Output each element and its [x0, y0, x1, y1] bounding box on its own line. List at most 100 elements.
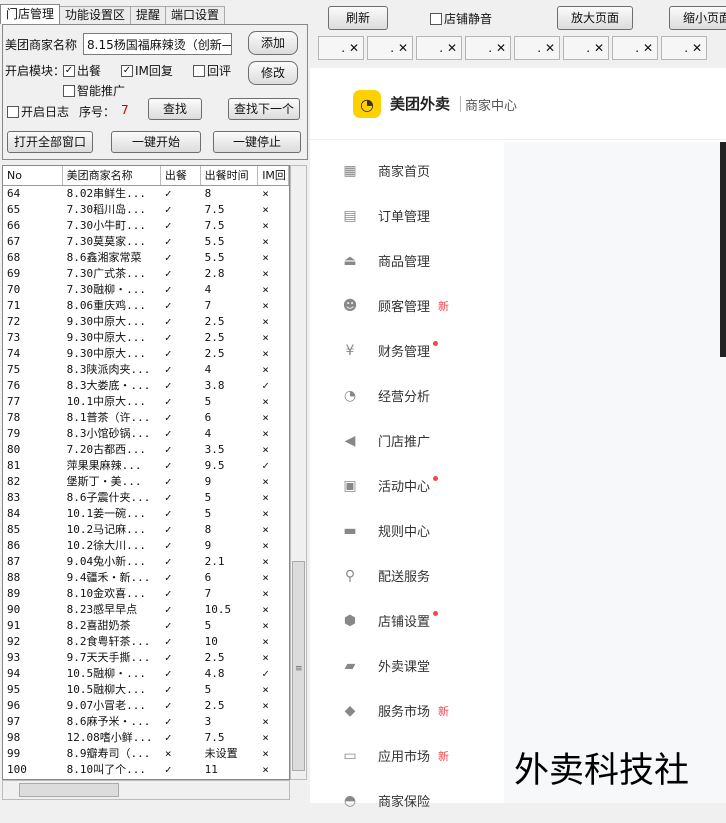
close-icon[interactable]: ✕ — [541, 41, 555, 55]
checkbox-smart-promotion[interactable]: 智能推广 — [63, 82, 125, 99]
horizontal-scrollbar[interactable] — [2, 780, 290, 800]
menu-item[interactable]: ⏏ 商品管理 — [310, 238, 504, 283]
table-row[interactable]: 76 8.3大娄底・... ✓ 3.8 ✓ — [3, 378, 289, 394]
menu-item-label: 应用市场 — [378, 750, 431, 765]
browser-tab[interactable]: . ✕ — [612, 36, 658, 60]
table-row[interactable]: 94 10.5融柳・... ✓ 4.8 ✓ — [3, 666, 289, 682]
col-im[interactable]: IM回 — [258, 166, 289, 185]
table-row[interactable]: 72 9.30中原大... ✓ 2.5 × — [3, 314, 289, 330]
menu-item[interactable]: ▰ 外卖课堂 — [310, 643, 504, 688]
table-row[interactable]: 99 8.9瓣寿司（... × 未设置 × — [3, 746, 289, 762]
store-name-input[interactable]: 8.15杨国福麻辣烫（创新— — [83, 33, 232, 55]
menu-item[interactable]: ¥ 财务管理 — [310, 328, 504, 373]
table-row[interactable]: 81 萍果果麻辣... ✓ 9.5 ✓ — [3, 458, 289, 474]
tab-port-settings[interactable]: 端口设置 — [165, 6, 226, 24]
table-row[interactable]: 86 10.2徐大川... ✓ 9 × — [3, 538, 289, 554]
table-row[interactable]: 69 7.30广式茶... ✓ 2.8 × — [3, 266, 289, 282]
open-all-windows-button[interactable]: 打开全部窗口 — [7, 131, 93, 153]
table-row[interactable]: 64 8.02串鲜生... ✓ 8 × — [3, 186, 289, 202]
check-icon: ✓ — [121, 64, 133, 77]
menu-item[interactable]: ▤ 订单管理 — [310, 193, 504, 238]
close-icon[interactable]: ✕ — [443, 41, 457, 55]
table-row[interactable]: 75 8.3陕派肉夹... ✓ 4 × — [3, 362, 289, 378]
browser-tab[interactable]: . ✕ — [661, 36, 707, 60]
table-row[interactable]: 66 7.30小牛町... ✓ 7.5 × — [3, 218, 289, 234]
menu-item[interactable]: ◓ 商家保险 — [310, 778, 504, 823]
find-button[interactable]: 查找 — [148, 98, 202, 120]
modify-button[interactable]: 修改 — [248, 61, 298, 85]
col-store-name[interactable]: 美团商家名称 — [63, 166, 161, 185]
table-row[interactable]: 70 7.30融柳・... ✓ 4 × — [3, 282, 289, 298]
table-row[interactable]: 83 8.6子震什夹... ✓ 5 × — [3, 490, 289, 506]
table-row[interactable]: 90 8.23感早早点 ✓ 10.5 × — [3, 602, 289, 618]
checkbox-enable-log[interactable]: 开启日志 — [7, 103, 69, 120]
table-row[interactable]: 68 8.6鑫湘家常菜 ✓ 5.5 × — [3, 250, 289, 266]
table-row[interactable]: 73 9.30中原大... ✓ 2.5 × — [3, 330, 289, 346]
table-row[interactable]: 92 8.2食粤轩茶... ✓ 10 × — [3, 634, 289, 650]
checkbox-store-mute[interactable]: 店铺静音 — [430, 10, 492, 27]
close-icon[interactable]: ✕ — [345, 41, 359, 55]
browser-tab[interactable]: . ✕ — [416, 36, 462, 60]
table-row[interactable]: 89 8.10金欢喜... ✓ 7 × — [3, 586, 289, 602]
add-button[interactable]: 添加 — [248, 31, 298, 55]
find-next-button[interactable]: 查找下一个 — [228, 98, 300, 120]
browser-tab[interactable]: . ✕ — [318, 36, 364, 60]
table-row[interactable]: 67 7.30莫莫家... ✓ 5.5 × — [3, 234, 289, 250]
tab-store-management[interactable]: 门店管理 — [0, 4, 61, 24]
table-row[interactable]: 88 9.4疆禾・新... ✓ 6 × — [3, 570, 289, 586]
table-row[interactable]: 96 9.07小冒老... ✓ 2.5 × — [3, 698, 289, 714]
tab-reminders[interactable]: 提醒 — [130, 6, 167, 24]
menu-item[interactable]: ☻ 顾客管理新 — [310, 283, 504, 328]
scroll-thumb[interactable] — [19, 783, 119, 797]
store-table[interactable]: No 美团商家名称 出餐 出餐时间 IM回 64 8.02串鲜生... ✓ 8 × 65 7… — [2, 165, 290, 780]
checkbox-serve-meal[interactable]: ✓ 出餐 — [63, 62, 101, 79]
menu-item[interactable]: ◆ 服务市场新 — [310, 688, 504, 733]
tab-function-settings[interactable]: 功能设置区 — [59, 6, 132, 24]
table-row[interactable]: 82 堡斯丁・美... ✓ 9 × — [3, 474, 289, 490]
table-row[interactable]: 77 10.1中原大... ✓ 5 × — [3, 394, 289, 410]
browser-tab[interactable]: . ✕ — [514, 36, 560, 60]
browser-tab[interactable]: . ✕ — [563, 36, 609, 60]
table-row[interactable]: 84 10.1姜一碗... ✓ 5 × — [3, 506, 289, 522]
close-icon[interactable]: ✕ — [590, 41, 604, 55]
table-row[interactable]: 79 8.3小馆砂锅... ✓ 4 × — [3, 426, 289, 442]
table-row[interactable]: 100 8.10叫了个... ✓ 11 × — [3, 762, 289, 778]
refresh-button[interactable]: 刷新 — [328, 6, 388, 30]
close-icon[interactable]: ✕ — [394, 41, 408, 55]
close-icon[interactable]: ✕ — [688, 41, 702, 55]
checkbox-im-reply[interactable]: ✓ IM回复 — [121, 62, 173, 79]
table-row[interactable]: 80 7.20古都西... ✓ 3.5 × — [3, 442, 289, 458]
col-serve[interactable]: 出餐 — [161, 166, 201, 185]
table-row[interactable]: 71 8.06重庆鸡... ✓ 7 × — [3, 298, 289, 314]
vertical-scrollbar[interactable]: ≡ — [290, 165, 307, 780]
close-icon[interactable]: ✕ — [492, 41, 506, 55]
table-row[interactable]: 87 9.04兔小新... ✓ 2.1 × — [3, 554, 289, 570]
table-row[interactable]: 98 12.08嗜小鲜... ✓ 7.5 × — [3, 730, 289, 746]
table-row[interactable]: 93 9.7天天手撕... ✓ 2.5 × — [3, 650, 289, 666]
table-row[interactable]: 95 10.5融柳大... ✓ 5 × — [3, 682, 289, 698]
table-row[interactable]: 78 8.1普茶（许... ✓ 6 × — [3, 410, 289, 426]
menu-item[interactable]: ▣ 活动中心 — [310, 463, 504, 508]
browser-tab[interactable]: . ✕ — [465, 36, 511, 60]
zoom-in-button[interactable]: 放大页面 — [557, 6, 633, 30]
checkbox-review-reply[interactable]: 回评 — [193, 62, 231, 79]
menu-item[interactable]: ◔ 经营分析 — [310, 373, 504, 418]
table-row[interactable]: 97 8.6麻予米・... ✓ 3 × — [3, 714, 289, 730]
menu-item[interactable]: ⬢ 店铺设置 — [310, 598, 504, 643]
table-row[interactable]: 65 7.30稻川岛... ✓ 7.5 × — [3, 202, 289, 218]
start-all-button[interactable]: 一键开始 — [111, 131, 201, 153]
table-row[interactable]: 91 8.2喜甜奶茶 ✓ 5 × — [3, 618, 289, 634]
col-no[interactable]: No — [3, 166, 63, 185]
table-row[interactable]: 74 9.30中原大... ✓ 2.5 × — [3, 346, 289, 362]
zoom-out-button[interactable]: 缩小页面 — [669, 6, 726, 30]
close-icon[interactable]: ✕ — [639, 41, 653, 55]
browser-tab[interactable]: . ✕ — [367, 36, 413, 60]
stop-all-button[interactable]: 一键停止 — [213, 131, 301, 153]
col-serve-time[interactable]: 出餐时间 — [201, 166, 259, 185]
menu-item[interactable]: ▬ 规则中心 — [310, 508, 504, 553]
menu-item[interactable]: ◀ 门店推广 — [310, 418, 504, 463]
table-row[interactable]: 85 10.2马记麻... ✓ 8 × — [3, 522, 289, 538]
menu-item[interactable]: ▦ 商家首页 — [310, 148, 504, 193]
menu-item[interactable]: ⚲ 配送服务 — [310, 553, 504, 598]
menu-item[interactable]: ▭ 应用市场新 — [310, 733, 504, 778]
